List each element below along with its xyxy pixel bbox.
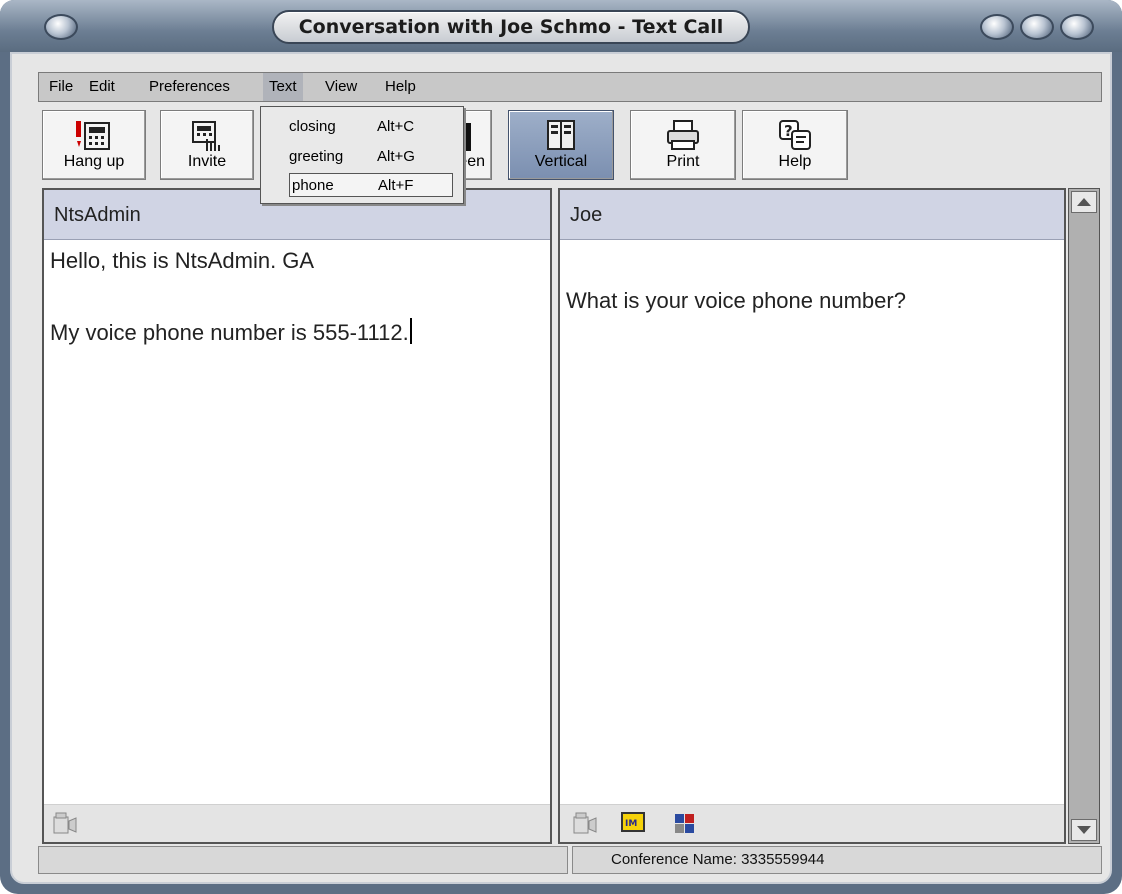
instant-message-icon[interactable]: IM [620, 811, 648, 837]
remote-user-name: Joe [560, 190, 1064, 240]
maximize-button[interactable] [1020, 14, 1054, 40]
vertical-label: Vertical [534, 153, 588, 170]
hang-up-button[interactable]: Hang up [42, 110, 146, 180]
text-caret [409, 318, 412, 344]
arrow-up-icon [1077, 198, 1091, 206]
status-left [38, 846, 568, 874]
printer-icon [667, 120, 699, 150]
menu-preferences[interactable]: Preferences [143, 73, 236, 101]
invite-button[interactable]: Invite [160, 110, 254, 180]
contacts-icon[interactable] [672, 811, 698, 837]
print-button[interactable]: Print [630, 110, 736, 180]
svg-text:IM: IM [625, 819, 637, 829]
minimize-button[interactable] [980, 14, 1014, 40]
menu-item-label: greeting [289, 148, 344, 165]
scroll-up-arrow[interactable] [1071, 191, 1097, 213]
remote-text-pane: Joe What is your voice phone number? IM [558, 188, 1066, 844]
conference-name: Conference Name: 3335559944 [611, 851, 825, 868]
hang-up-phone-icon [76, 121, 110, 150]
vertical-button[interactable]: Vertical [508, 110, 614, 180]
vertical-split-icon [547, 120, 575, 150]
window-body: File Edit Preferences Text View Help Han… [10, 52, 1112, 884]
help-icon: ? [779, 120, 811, 150]
menu-bar: File Edit Preferences Text View Help [38, 72, 1102, 102]
camera-icon[interactable] [52, 811, 78, 837]
remote-pane-footer: IM [560, 804, 1064, 842]
hang-up-label: Hang up [63, 153, 125, 170]
menu-text[interactable]: Text [263, 73, 303, 101]
remote-line-1: What is your voice phone number? [566, 288, 906, 313]
menu-item-shortcut: Alt+G [377, 148, 415, 165]
scroll-down-arrow[interactable] [1071, 819, 1097, 841]
local-text-pane[interactable]: NtsAdmin Hello, this is NtsAdmin. GA My … [42, 188, 552, 844]
invite-label: Invite [187, 153, 227, 170]
vertical-scrollbar[interactable] [1068, 188, 1100, 844]
menu-help[interactable]: Help [379, 73, 422, 101]
menu-item-phone[interactable]: phone Alt+F [289, 173, 453, 197]
help-button[interactable]: ? Help [742, 110, 848, 180]
menu-item-shortcut: Alt+C [377, 118, 415, 135]
help-label: Help [778, 153, 812, 170]
print-label: Print [666, 153, 700, 170]
close-button[interactable] [1060, 14, 1094, 40]
text-menu-dropdown: closing Alt+C greeting Alt+G phone Alt+F [260, 106, 464, 204]
menu-view[interactable]: View [319, 73, 363, 101]
menu-item-closing[interactable]: closing Alt+C [289, 115, 453, 139]
local-line-1: Hello, this is NtsAdmin. GA [50, 248, 315, 273]
menu-item-shortcut: Alt+F [378, 177, 414, 194]
window-title: Conversation with Joe Schmo - Text Call [272, 10, 750, 44]
camera-icon[interactable] [572, 811, 598, 837]
local-line-2: My voice phone number is 555-1112. [50, 318, 544, 346]
menu-item-label: closing [289, 118, 336, 135]
arrow-down-icon [1077, 826, 1091, 834]
local-pane-footer [44, 804, 550, 842]
window-menu-button[interactable] [44, 14, 78, 40]
menu-file[interactable]: File [43, 73, 79, 101]
menu-item-greeting[interactable]: greeting Alt+G [289, 145, 453, 169]
invite-phone-icon [192, 121, 220, 151]
title-bar: Conversation with Joe Schmo - Text Call [0, 0, 1122, 52]
menu-edit[interactable]: Edit [83, 73, 121, 101]
menu-item-label: phone [292, 177, 334, 194]
status-conference: Conference Name: 3335559944 [572, 846, 1102, 874]
app-window: Conversation with Joe Schmo - Text Call … [0, 0, 1122, 894]
